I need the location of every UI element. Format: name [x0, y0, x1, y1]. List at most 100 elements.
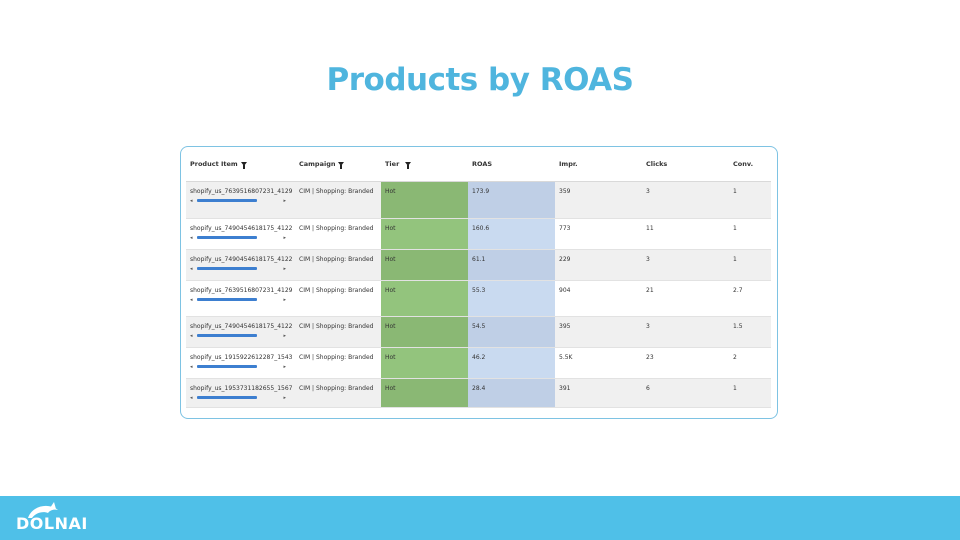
scroll-right-icon[interactable]: ▸ [283, 395, 286, 401]
cell-conversions: 1 [729, 249, 771, 281]
cell-roas: 46.2 [468, 347, 555, 379]
scrollbar-thumb[interactable] [197, 298, 257, 301]
cell-campaign: CIM | Shopping: Branded [295, 316, 381, 348]
cell-roas: 28.4 [468, 378, 555, 408]
table-row[interactable]: shopify_us_7490454618175_4122 ◂ ▸ CIM | Sho… [186, 218, 771, 250]
table-row[interactable]: shopify_us_7639516807231_4129 ◂ ▸ CIM | Sho… [186, 181, 771, 219]
scrollbar-thumb[interactable] [197, 236, 257, 239]
cell-tier: Hot [381, 347, 468, 379]
cell-campaign: CIM | Shopping: Branded [295, 347, 381, 379]
scroll-right-icon[interactable]: ▸ [283, 266, 286, 272]
scroll-left-icon[interactable]: ◂ [190, 297, 193, 303]
cell-tier: Hot [381, 316, 468, 348]
cell-clicks: 3 [642, 181, 729, 219]
cell-tier: Hot [381, 218, 468, 250]
cell-campaign: CIM | Shopping: Branded [295, 280, 381, 317]
cell-clicks: 23 [642, 347, 729, 379]
filter-icon[interactable] [240, 162, 247, 169]
cell-product-item: shopify_us_1915922612287_1543 ◂ ▸ [186, 347, 295, 379]
scroll-left-icon[interactable]: ◂ [190, 364, 193, 370]
table-row[interactable]: shopify_us_7490454618175_4122 ◂ ▸ CIM | Sho… [186, 316, 771, 348]
scrollbar-thumb[interactable] [197, 396, 257, 399]
logo-text: DOLNAI [16, 514, 88, 533]
cell-conversions: 1 [729, 218, 771, 250]
cell-tier: Hot [381, 249, 468, 281]
cell-product-item: shopify_us_7639516807231_4129 ◂ ▸ [186, 280, 295, 317]
cell-clicks: 11 [642, 218, 729, 250]
page-title: Products by ROAS [326, 62, 634, 98]
table-row[interactable]: shopify_us_7639516807231_4129 ◂ ▸ CIM | Sho… [186, 280, 771, 317]
cell-roas: 54.5 [468, 316, 555, 348]
scroll-right-icon[interactable]: ▸ [283, 333, 286, 339]
scroll-left-icon[interactable]: ◂ [190, 266, 193, 272]
cell-product-item: shopify_us_7639516807231_4129 ◂ ▸ [186, 181, 295, 219]
products-table: Product Item Campaign Tier ROAS Impr. Cl… [186, 152, 771, 408]
cell-conversions: 1 [729, 181, 771, 219]
cell-conversions: 2.7 [729, 280, 771, 317]
cell-impressions: 395 [555, 316, 642, 348]
table-row[interactable]: shopify_us_1915922612287_1543 ◂ ▸ CIM | Sho… [186, 347, 771, 379]
table-row[interactable]: shopify_us_1953731182655_1567 ◂ ▸ CIM | Sho… [186, 378, 771, 408]
cell-impressions: 391 [555, 378, 642, 408]
scroll-right-icon[interactable]: ▸ [283, 198, 286, 204]
horizontal-scrollbar[interactable]: ◂ ▸ [190, 364, 286, 370]
column-header-roas[interactable]: ROAS [468, 152, 555, 182]
cell-campaign: CIM | Shopping: Branded [295, 218, 381, 250]
cell-tier: Hot [381, 181, 468, 219]
cell-impressions: 359 [555, 181, 642, 219]
cell-roas: 61.1 [468, 249, 555, 281]
products-table-card: Product Item Campaign Tier ROAS Impr. Cl… [180, 146, 778, 419]
cell-conversions: 2 [729, 347, 771, 379]
table-row[interactable]: shopify_us_7490454618175_4122 ◂ ▸ CIM | Sho… [186, 249, 771, 281]
horizontal-scrollbar[interactable]: ◂ ▸ [190, 297, 286, 303]
column-header-impressions[interactable]: Impr. [555, 152, 642, 182]
cell-clicks: 21 [642, 280, 729, 317]
cell-product-item: shopify_us_7490454618175_4122 ◂ ▸ [186, 316, 295, 348]
cell-impressions: 5.5K [555, 347, 642, 379]
cell-conversions: 1.5 [729, 316, 771, 348]
scrollbar-thumb[interactable] [197, 267, 257, 270]
cell-campaign: CIM | Shopping: Branded [295, 181, 381, 219]
cell-impressions: 229 [555, 249, 642, 281]
scroll-left-icon[interactable]: ◂ [190, 395, 193, 401]
scrollbar-thumb[interactable] [197, 365, 257, 368]
table-body: shopify_us_7639516807231_4129 ◂ ▸ CIM | Sho… [186, 181, 771, 408]
scrollbar-thumb[interactable] [197, 199, 257, 202]
cell-tier: Hot [381, 378, 468, 408]
horizontal-scrollbar[interactable]: ◂ ▸ [190, 198, 286, 204]
cell-product-item: shopify_us_1953731182655_1567 ◂ ▸ [186, 378, 295, 408]
cell-product-item: shopify_us_7490454618175_4122 ◂ ▸ [186, 218, 295, 250]
column-header-product-item[interactable]: Product Item [186, 152, 295, 182]
column-header-campaign[interactable]: Campaign [295, 152, 381, 182]
cell-roas: 173.9 [468, 181, 555, 219]
scroll-right-icon[interactable]: ▸ [283, 235, 286, 241]
cell-roas: 160.6 [468, 218, 555, 250]
column-header-clicks[interactable]: Clicks [642, 152, 729, 182]
cell-conversions: 1 [729, 378, 771, 408]
scroll-right-icon[interactable]: ▸ [283, 364, 286, 370]
column-header-tier[interactable]: Tier [381, 152, 468, 182]
filter-icon[interactable] [338, 162, 345, 169]
horizontal-scrollbar[interactable]: ◂ ▸ [190, 235, 286, 241]
cell-roas: 55.3 [468, 280, 555, 317]
scroll-left-icon[interactable]: ◂ [190, 333, 193, 339]
scroll-left-icon[interactable]: ◂ [190, 235, 193, 241]
cell-tier: Hot [381, 280, 468, 317]
cell-product-item: shopify_us_7490454618175_4122 ◂ ▸ [186, 249, 295, 281]
filter-icon[interactable] [405, 162, 412, 169]
column-header-conversions[interactable]: Conv. [729, 152, 771, 182]
scrollbar-thumb[interactable] [197, 334, 257, 337]
cell-campaign: CIM | Shopping: Branded [295, 249, 381, 281]
scroll-right-icon[interactable]: ▸ [283, 297, 286, 303]
scroll-left-icon[interactable]: ◂ [190, 198, 193, 204]
horizontal-scrollbar[interactable]: ◂ ▸ [190, 333, 286, 339]
table-header-row: Product Item Campaign Tier ROAS Impr. Cl… [186, 152, 771, 182]
horizontal-scrollbar[interactable]: ◂ ▸ [190, 395, 286, 401]
cell-clicks: 6 [642, 378, 729, 408]
footer-bar [0, 496, 960, 540]
cell-impressions: 904 [555, 280, 642, 317]
cell-campaign: CIM | Shopping: Branded [295, 378, 381, 408]
horizontal-scrollbar[interactable]: ◂ ▸ [190, 266, 286, 272]
cell-impressions: 773 [555, 218, 642, 250]
cell-clicks: 3 [642, 316, 729, 348]
